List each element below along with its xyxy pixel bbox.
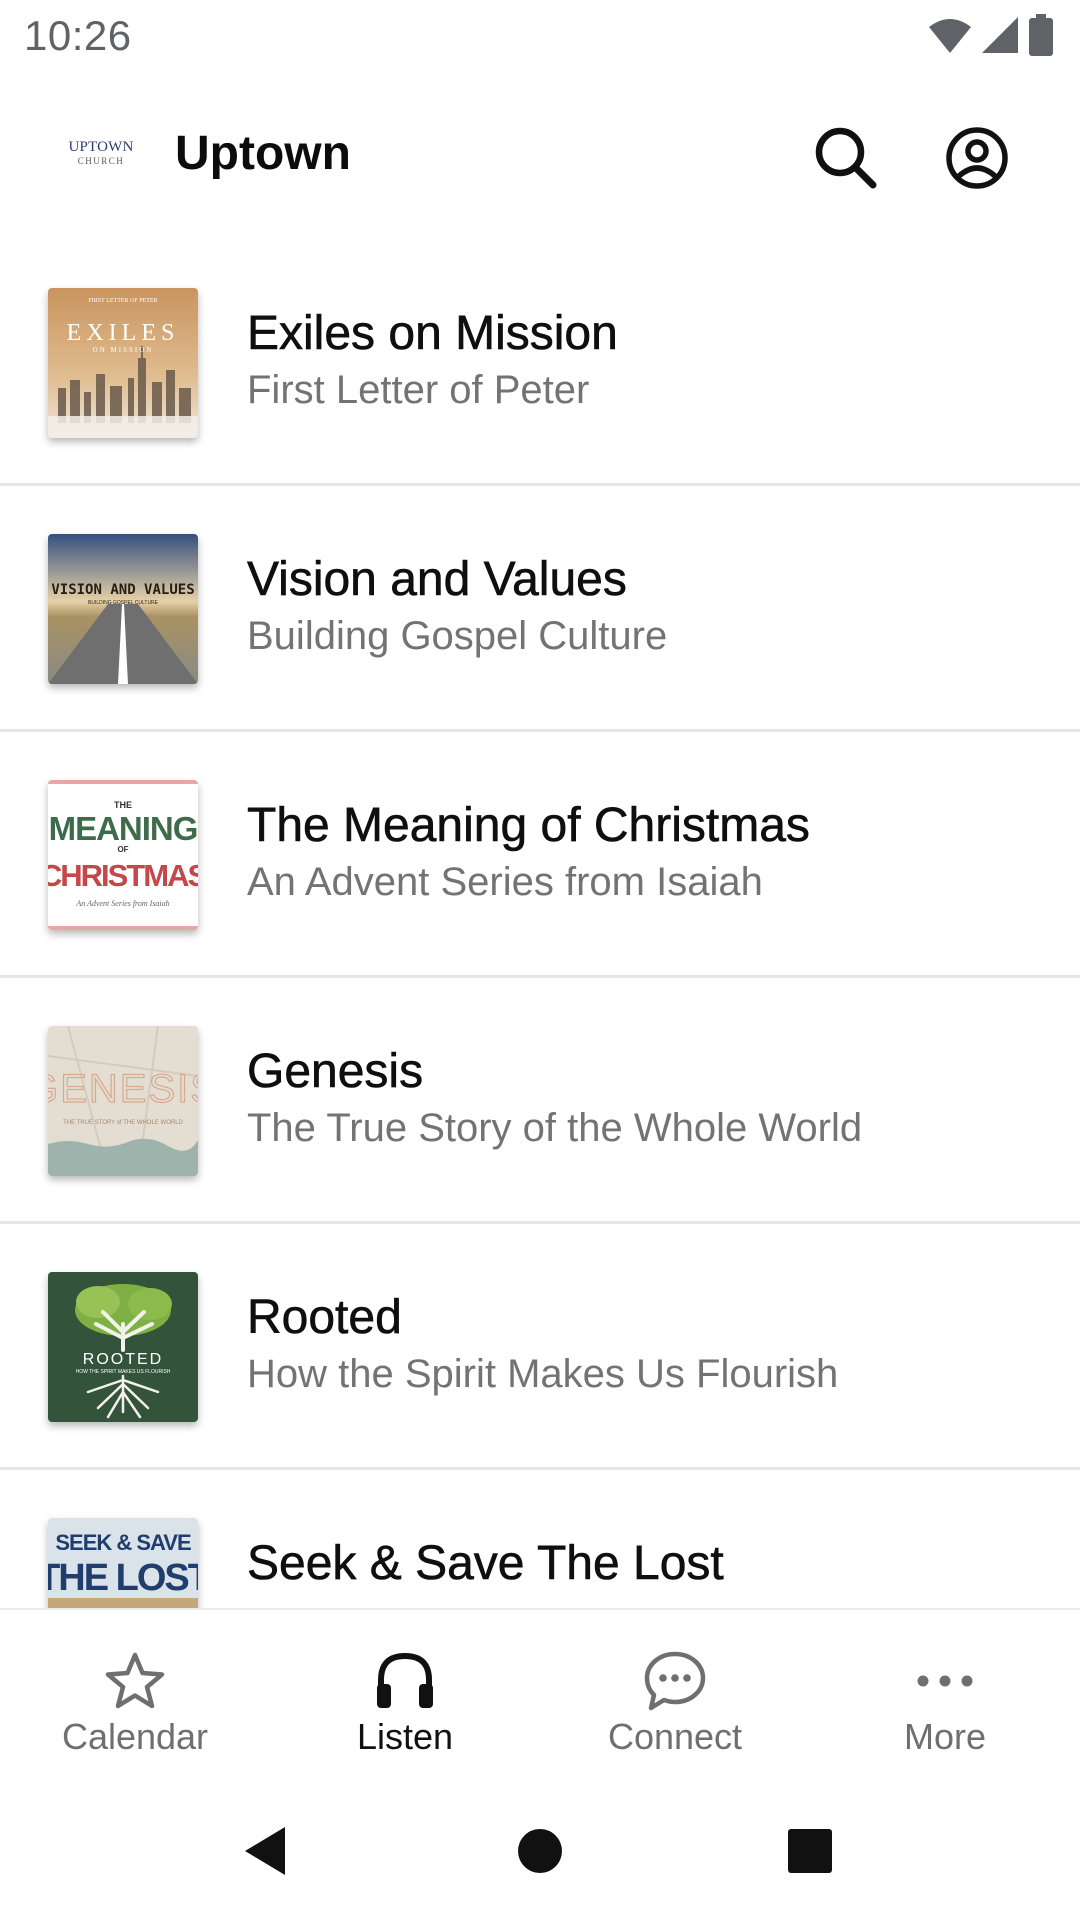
series-title: Genesis: [247, 1045, 424, 1099]
svg-text:VISION AND VALUES: VISION AND VALUES: [51, 582, 194, 598]
recents-square-icon: [788, 1829, 832, 1873]
nav-item-connect[interactable]: Connect: [540, 1610, 810, 1784]
series-subtitle: The True Story of the Whole World: [247, 1106, 863, 1150]
series-artwork: ROOTED HOW THE SPIRIT MAKES US FLOURISH: [48, 1272, 198, 1422]
nav-label: Listen: [356, 1716, 454, 1757]
account-circle-icon: [946, 127, 1008, 189]
chat-bubble-icon: [644, 1651, 706, 1711]
svg-text:THE: THE: [114, 800, 132, 810]
series-artwork: FIRST LETTER OF PETER EXILES ON MISSION: [48, 288, 198, 438]
svg-text:CHRISTMAS: CHRISTMAS: [48, 858, 198, 893]
svg-text:MEANING: MEANING: [49, 810, 198, 847]
headphones-icon: [377, 1652, 433, 1708]
series-artwork: GENESIS THE TRUE STORY of THE WHOLE WORL…: [48, 1026, 198, 1176]
series-title: Exiles on Mission: [247, 307, 618, 361]
series-item-genesis[interactable]: GENESIS THE TRUE STORY of THE WHOLE WORL…: [0, 978, 1080, 1224]
status-time: 10:26: [24, 12, 132, 59]
search-icon: [815, 127, 877, 189]
series-item-exiles-on-mission[interactable]: FIRST LETTER OF PETER EXILES ON MISSION …: [0, 240, 1080, 486]
nav-item-calendar[interactable]: Calendar: [0, 1610, 270, 1784]
app-title: Uptown: [175, 127, 351, 180]
search-button[interactable]: [806, 118, 886, 198]
series-subtitle: How the Spirit Makes Us Flourish: [247, 1352, 839, 1396]
app-bar: UPTOWN CHURCH Uptown: [0, 96, 1080, 220]
series-artwork: THE MEANING OF CHRISTMAS An Advent Serie…: [48, 780, 198, 930]
account-button[interactable]: [937, 118, 1017, 198]
svg-text:BUILDING GOSPEL CULTURE: BUILDING GOSPEL CULTURE: [88, 600, 159, 606]
svg-text:GENESIS: GENESIS: [48, 1067, 198, 1111]
status-icons: [928, 14, 1054, 56]
series-title: Rooted: [247, 1291, 402, 1345]
nav-item-listen[interactable]: Listen: [270, 1610, 540, 1784]
svg-text:THE LOST: THE LOST: [48, 1557, 198, 1599]
series-item-rooted[interactable]: ROOTED HOW THE SPIRIT MAKES US FLOURISH …: [0, 1224, 1080, 1470]
svg-text:An Advent Series from Isaiah: An Advent Series from Isaiah: [75, 899, 169, 908]
home-circle-icon: [518, 1829, 562, 1873]
wifi-icon: [929, 19, 971, 53]
series-item-vision-and-values[interactable]: VISION AND VALUES BUILDING GOSPEL CULTUR…: [0, 486, 1080, 732]
star-icon: [105, 1652, 165, 1709]
bottom-navigation: Calendar Listen Connect More: [0, 1608, 1080, 1782]
back-triangle-icon: [245, 1827, 285, 1875]
svg-text:THE TRUE STORY of THE WHOLE WO: THE TRUE STORY of THE WHOLE WORLD: [63, 1120, 183, 1126]
svg-text:ON MISSION: ON MISSION: [93, 346, 154, 354]
church-logo: UPTOWN CHURCH: [68, 139, 134, 166]
home-button[interactable]: [505, 1816, 575, 1886]
svg-text:SEEK & SAVE: SEEK & SAVE: [55, 1530, 191, 1555]
series-item-meaning-of-christmas[interactable]: THE MEANING OF CHRISTMAS An Advent Serie…: [0, 732, 1080, 978]
svg-text:FIRST LETTER OF PETER: FIRST LETTER OF PETER: [88, 298, 157, 304]
series-artwork: SEEK & SAVE THE LOST: [48, 1518, 198, 1608]
nav-label: More: [903, 1716, 987, 1757]
svg-text:HOW THE SPIRIT MAKES US FLOURI: HOW THE SPIRIT MAKES US FLOURISH: [76, 1369, 171, 1375]
series-title: Seek & Save The Lost: [247, 1537, 724, 1591]
svg-text:OF: OF: [117, 845, 128, 854]
series-subtitle: Building Gospel Culture: [247, 614, 668, 658]
svg-text:ROOTED: ROOTED: [83, 1351, 163, 1368]
back-button[interactable]: [230, 1816, 300, 1886]
signal-icon: [982, 17, 1018, 53]
more-dots-icon: [917, 1675, 973, 1687]
svg-text:EXILES: EXILES: [67, 320, 180, 346]
system-navigation-bar: [0, 1782, 1080, 1920]
series-subtitle: An Advent Series from Isaiah: [247, 860, 763, 904]
series-subtitle: First Letter of Peter: [247, 368, 590, 412]
nav-label: Calendar: [61, 1716, 209, 1757]
series-item-seek-and-save[interactable]: SEEK & SAVE THE LOST Seek & Save The Los…: [0, 1470, 1080, 1608]
status-bar: 10:26: [0, 0, 1080, 74]
series-artwork: VISION AND VALUES BUILDING GOSPEL CULTUR…: [48, 534, 198, 684]
nav-item-more[interactable]: More: [810, 1610, 1080, 1784]
series-title: Vision and Values: [247, 553, 627, 607]
series-list: FIRST LETTER OF PETER EXILES ON MISSION …: [0, 240, 1080, 1608]
recents-button[interactable]: [775, 1816, 845, 1886]
nav-label: Connect: [607, 1716, 743, 1757]
series-title: The Meaning of Christmas: [247, 799, 811, 853]
battery-icon: [1029, 14, 1053, 56]
